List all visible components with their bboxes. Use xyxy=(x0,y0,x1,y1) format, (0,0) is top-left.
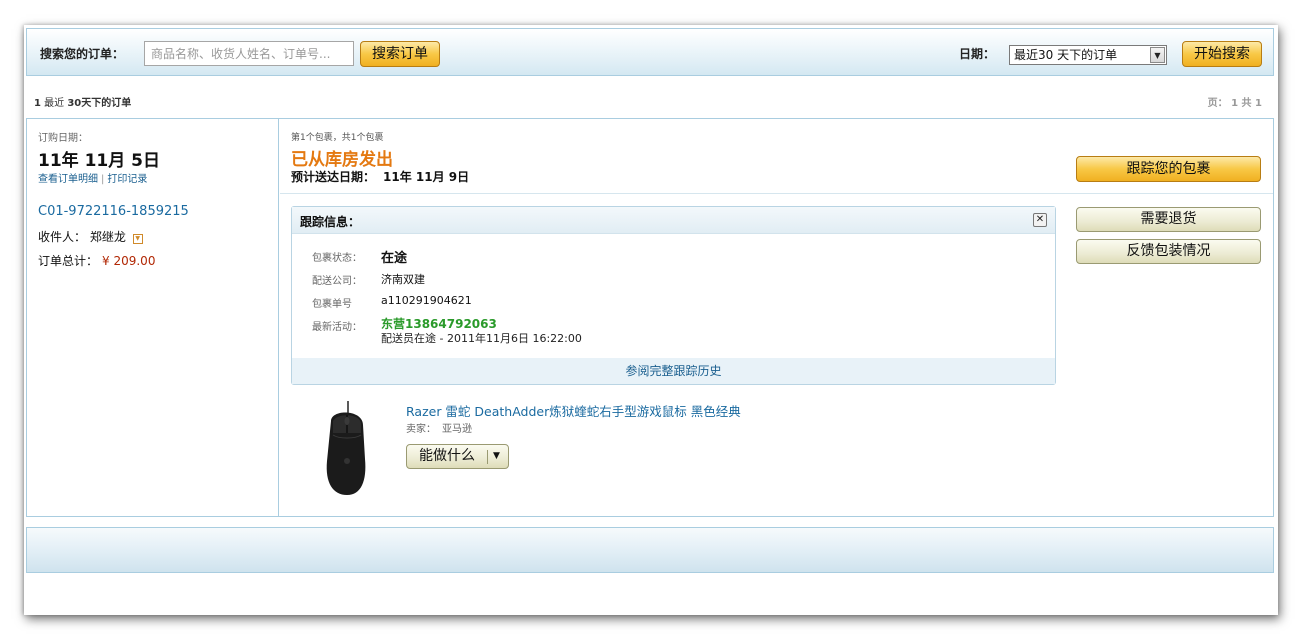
close-icon[interactable]: ✕ xyxy=(1033,213,1047,227)
eta-label: 预计送达日期： xyxy=(291,170,376,184)
carrier-label: 配送公司： xyxy=(312,276,362,287)
what-can-i-do-label: 能做什么 xyxy=(419,448,475,464)
chevron-down-icon[interactable]: ▼ xyxy=(132,234,143,244)
order-date-label: 订购日期： xyxy=(38,133,88,144)
carrier-value: 济南双建 xyxy=(381,273,425,286)
print-record-link[interactable]: 打印记录 xyxy=(107,174,147,185)
package-count: 第1个包裹，共1个包裹 xyxy=(291,133,384,143)
tracking-number-label: 包裹单号 xyxy=(312,299,352,310)
product-mouse-image[interactable] xyxy=(309,399,381,499)
recipient-label: 收件人： xyxy=(38,230,87,244)
order-links: 查看订单明细 | 打印记录 xyxy=(38,170,147,185)
chevron-down-icon[interactable]: ▼ xyxy=(493,445,500,468)
date-label: 日期： xyxy=(959,47,996,61)
search-label: 搜索您的订单： xyxy=(40,47,125,61)
order-count-text-b: 30天下的订单 xyxy=(67,98,132,109)
seller-name: 亚马逊 xyxy=(442,424,472,435)
seller-label: 卖家： xyxy=(406,424,436,435)
tracking-header: 跟踪信息： ✕ xyxy=(292,207,1055,234)
status-label: 包裹状态： xyxy=(312,253,362,264)
latest-activity-label: 最新活动： xyxy=(312,322,362,333)
order-count: 1 xyxy=(34,98,41,109)
chevron-down-icon[interactable]: ▼ xyxy=(1150,47,1165,63)
link-separator: | xyxy=(101,174,105,185)
bottom-bar xyxy=(26,527,1274,573)
pager: 页： 1 共 1 xyxy=(1207,98,1262,109)
return-button[interactable]: 需要退货 xyxy=(1076,207,1261,232)
order-total: 订单总计： ¥ 209.00 xyxy=(38,252,155,269)
tracking-number-value: a110291904621 xyxy=(381,294,472,307)
start-search-button[interactable]: 开始搜索 xyxy=(1182,41,1262,67)
order-count-summary: 1 最近 30天下的订单 xyxy=(34,94,131,109)
search-input[interactable] xyxy=(144,41,354,66)
order-count-text-a: 最近 xyxy=(44,98,65,109)
shipment-header: 第1个包裹，共1个包裹 已从库房发出 预计送达日期： 11年 11月 9日 跟踪您… xyxy=(280,119,1273,194)
order-total-label: 订单总计： xyxy=(38,254,99,268)
shipment-status: 已从库房发出 xyxy=(291,150,393,170)
product-title-link[interactable]: Razer 雷蛇 DeathAdder炼狱蝰蛇右手型游戏鼠标 黑色经典 xyxy=(406,401,741,420)
packaging-feedback-button[interactable]: 反馈包装情况 xyxy=(1076,239,1261,264)
status-value: 在途 xyxy=(381,251,408,266)
divider xyxy=(487,450,488,464)
search-orders-button[interactable]: 搜索订单 xyxy=(360,41,440,67)
order-id-link[interactable]: C01-9722116-1859215 xyxy=(38,204,189,219)
order-box: 订购日期： 11年 11月 5日 查看订单明细 | 打印记录 C01-9722116… xyxy=(26,118,1274,517)
latest-activity-detail: 配送员在途 - 2011年11月6日 16:22:00 xyxy=(381,332,582,345)
search-bar: 搜索您的订单： 搜索订单 日期： 最近30 天下的订单 ▼ 开始搜索 xyxy=(26,28,1274,76)
recipient: 收件人： 郑继龙 ▼ xyxy=(38,228,143,245)
tracking-panel: 跟踪信息： ✕ 包裹状态： 在途 配送公司： 济南双建 包裹单号 a110291… xyxy=(291,206,1056,385)
recipient-name: 郑继龙 xyxy=(89,230,126,244)
seller: 卖家： 亚马逊 xyxy=(406,420,472,435)
tracking-history-link[interactable]: 参阅完整跟踪历史 xyxy=(292,358,1055,384)
what-can-i-do-button[interactable]: 能做什么 ▼ xyxy=(406,444,509,469)
order-total-amount: ¥ 209.00 xyxy=(102,254,156,268)
order-date: 11年 11月 5日 xyxy=(38,151,160,171)
page-frame: 搜索您的订单： 搜索订单 日期： 最近30 天下的订单 ▼ 开始搜索 1 最近 … xyxy=(24,25,1278,615)
track-package-button[interactable]: 跟踪您的包裹 xyxy=(1076,156,1261,182)
estimated-delivery: 预计送达日期： 11年 11月 9日 xyxy=(291,168,469,185)
order-info-column: 订购日期： 11年 11月 5日 查看订单明细 | 打印记录 C01-9722116… xyxy=(27,119,279,516)
date-range-value: 最近30 天下的订单 xyxy=(1014,48,1118,62)
view-order-details-link[interactable]: 查看订单明细 xyxy=(38,174,98,185)
eta-date: 11年 11月 9日 xyxy=(383,170,470,184)
date-range-select[interactable]: 最近30 天下的订单 ▼ xyxy=(1009,45,1167,65)
tracking-title: 跟踪信息： xyxy=(300,215,361,229)
